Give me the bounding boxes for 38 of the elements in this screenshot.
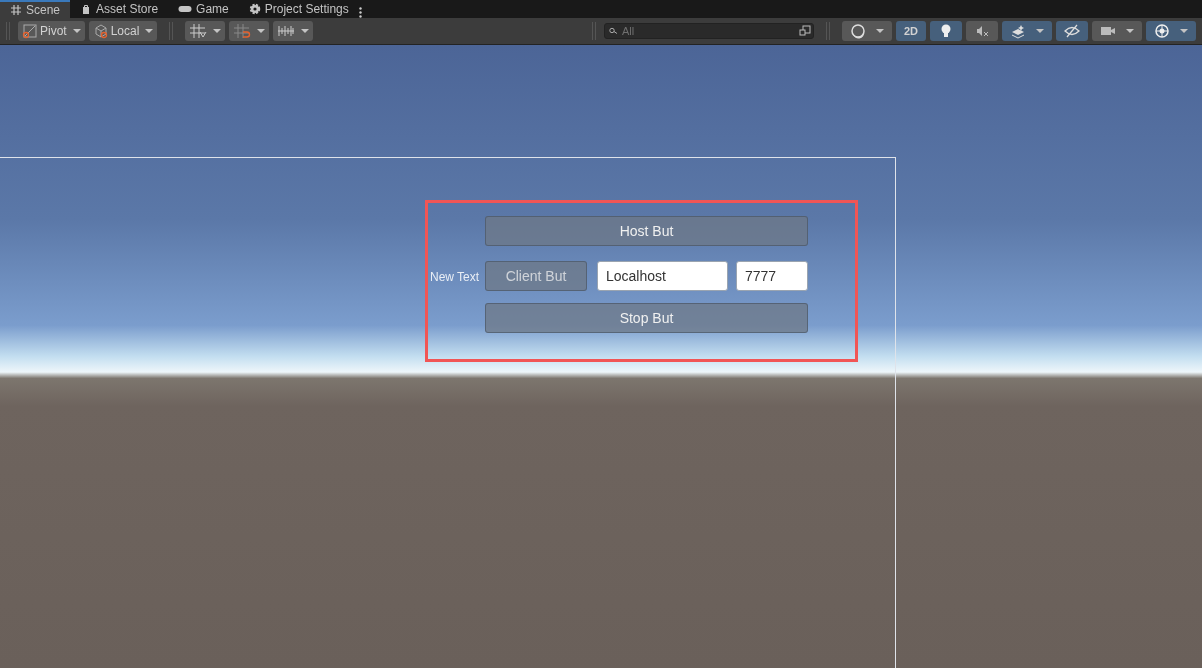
address-field[interactable]: Localhost [597,261,728,291]
tab[interactable]: Project Settings [238,0,359,18]
overlay-text: New Text [430,269,480,286]
magnet-grid-icon [233,23,252,39]
view-toggle[interactable] [1002,21,1052,41]
search-field[interactable]: All [618,22,799,40]
search-field[interactable]: All [603,23,814,39]
expand-icon [798,25,811,37]
grid-snap-icon [189,23,208,39]
gear-icon [248,3,261,15]
view-toggle[interactable] [841,21,892,41]
eye-crossed-icon [1064,23,1080,39]
ruler-icon [277,23,296,39]
snap-increment-button[interactable] [229,21,270,41]
ruler-button[interactable] [273,21,314,41]
pivot-icon [22,23,38,39]
pivot-dropdown[interactable]: Pivot [18,21,85,41]
tab[interactable]: Asset Store [70,0,169,18]
stop-button[interactable]: Stop But [485,303,808,333]
host-button[interactable]: Host But [485,216,808,246]
cube-icon [92,23,109,39]
view-toggle[interactable] [966,21,998,41]
view-toggle[interactable] [1092,21,1142,41]
gizmo-icon [1154,23,1170,39]
2d-button[interactable]: 2D [895,21,926,41]
search-icon [608,27,619,35]
tab[interactable]: Scene [0,0,71,18]
tab[interactable]: Game [168,0,239,18]
more-icon [358,7,362,18]
view-toggle[interactable] [930,21,962,41]
layers-icon [1010,23,1026,39]
grid-snap-button[interactable] [185,21,226,41]
space-dropdown[interactable]: Local [88,21,158,41]
view-toggle[interactable] [1146,21,1196,41]
grid-icon [10,4,22,16]
shading-icon [849,23,866,39]
port-field[interactable]: 7777 [736,261,808,291]
view-toggle[interactable] [1056,21,1088,41]
